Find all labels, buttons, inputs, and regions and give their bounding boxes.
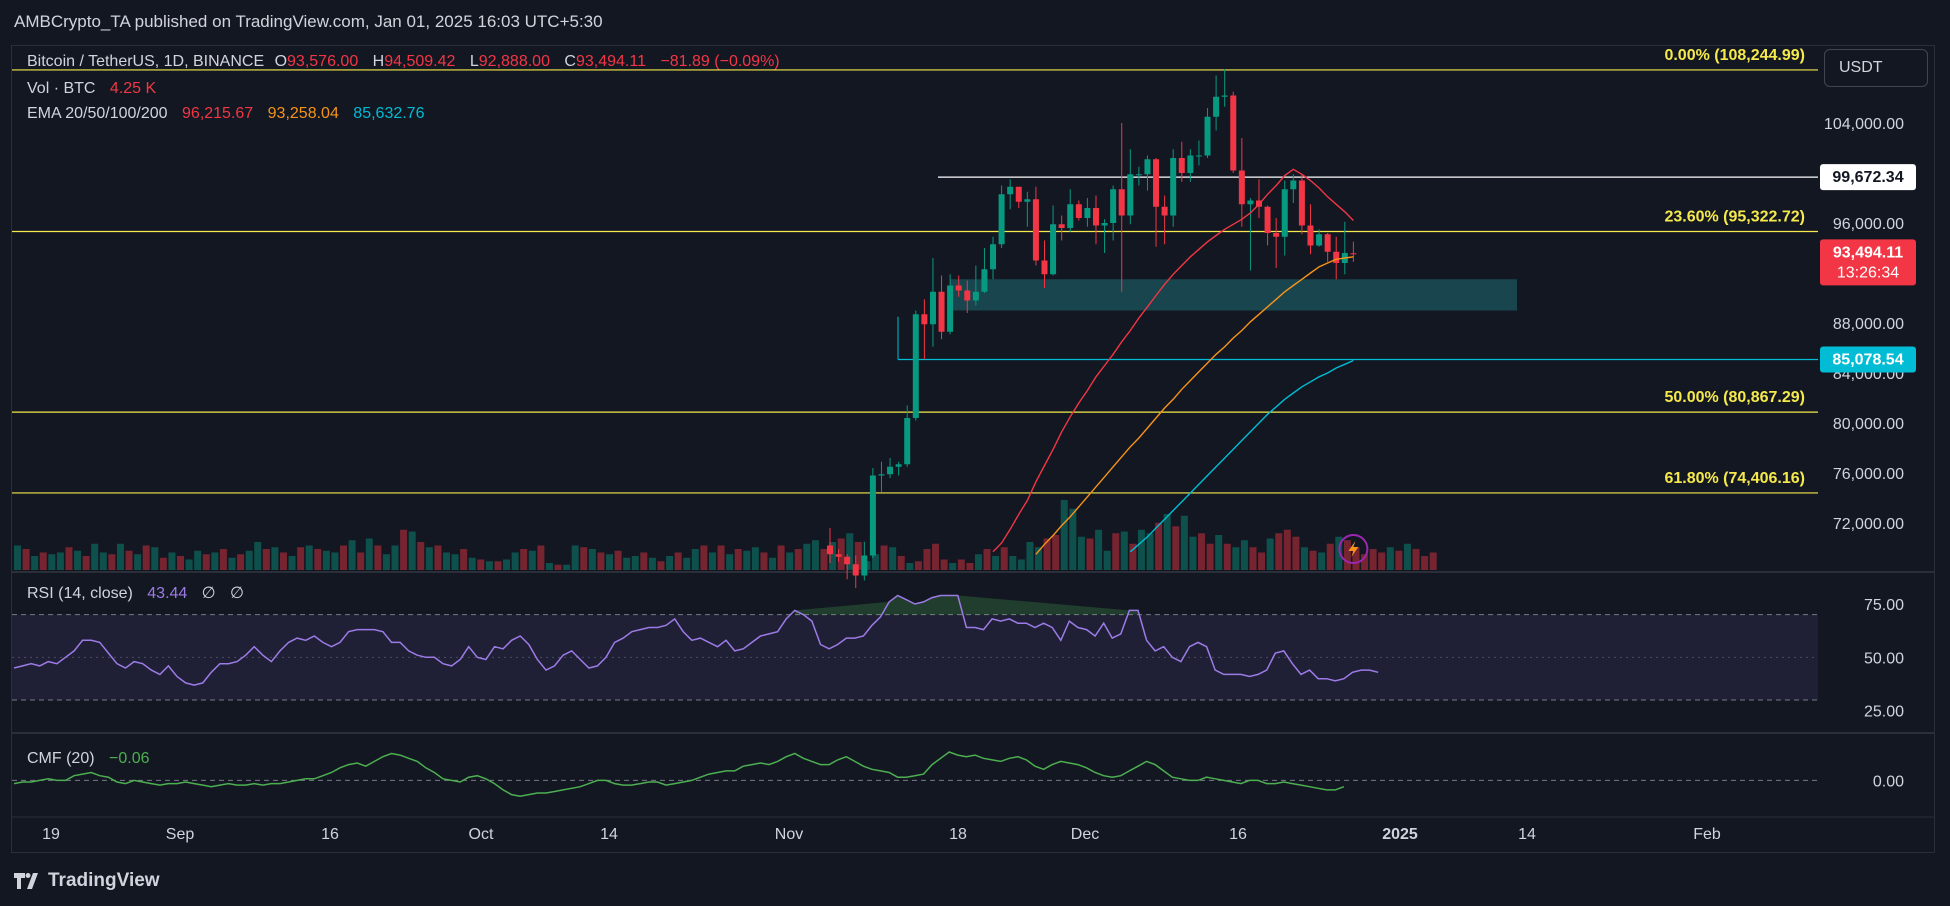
symbol-name[interactable]: Bitcoin / TetherUS, 1D, BINANCE xyxy=(27,53,264,70)
currency-unit-button[interactable]: USDT xyxy=(1824,49,1928,87)
rsi-extra-1: ∅ xyxy=(201,585,216,602)
high-label: H xyxy=(372,53,385,70)
low-value: 92,888.00 xyxy=(478,53,550,70)
rsi-extra-2: ∅ xyxy=(230,585,245,602)
rsi-legend: RSI (14, close) 43.44 ∅ ∅ xyxy=(27,583,246,603)
chart-frame xyxy=(11,45,1935,853)
low-label: L xyxy=(469,53,479,70)
cmf-legend: CMF (20) −0.06 xyxy=(27,750,152,768)
published-by: AMBCrypto_TA published on TradingView.co… xyxy=(14,12,603,31)
change-value: −81.89 (−0.09%) xyxy=(660,53,780,70)
ema50-value: 93,258.04 xyxy=(267,105,339,122)
volume-legend: Vol · BTC 4.25 K xyxy=(27,80,158,98)
close-value: 93,494.11 xyxy=(575,53,646,70)
volume-label[interactable]: Vol · BTC xyxy=(27,80,95,97)
rsi-label[interactable]: RSI (14, close) xyxy=(27,585,133,602)
ema20-value: 96,215.67 xyxy=(182,105,254,122)
tradingview-brand: TradingView xyxy=(48,870,160,891)
cmf-label[interactable]: CMF (20) xyxy=(27,750,95,767)
tradingview-mark-icon xyxy=(14,873,38,889)
high-value: 94,509.42 xyxy=(384,53,456,70)
open-value: 93,576.00 xyxy=(287,53,359,70)
rsi-value: 43.44 xyxy=(147,585,188,602)
close-label: C xyxy=(564,53,576,70)
tradingview-logo[interactable]: TradingView xyxy=(14,870,160,892)
volume-value: 4.25 K xyxy=(109,80,157,97)
cmf-value: −0.06 xyxy=(109,750,150,767)
ema-label[interactable]: EMA 20/50/100/200 xyxy=(27,105,168,122)
symbol-legend: Bitcoin / TetherUS, 1D, BINANCE O93,576.… xyxy=(27,53,782,71)
ema100-value: 85,632.76 xyxy=(353,105,425,122)
open-label: O xyxy=(274,53,288,70)
ema-legend: EMA 20/50/100/200 96,215.67 93,258.04 85… xyxy=(27,105,426,123)
currency-unit-label: USDT xyxy=(1839,59,1883,76)
